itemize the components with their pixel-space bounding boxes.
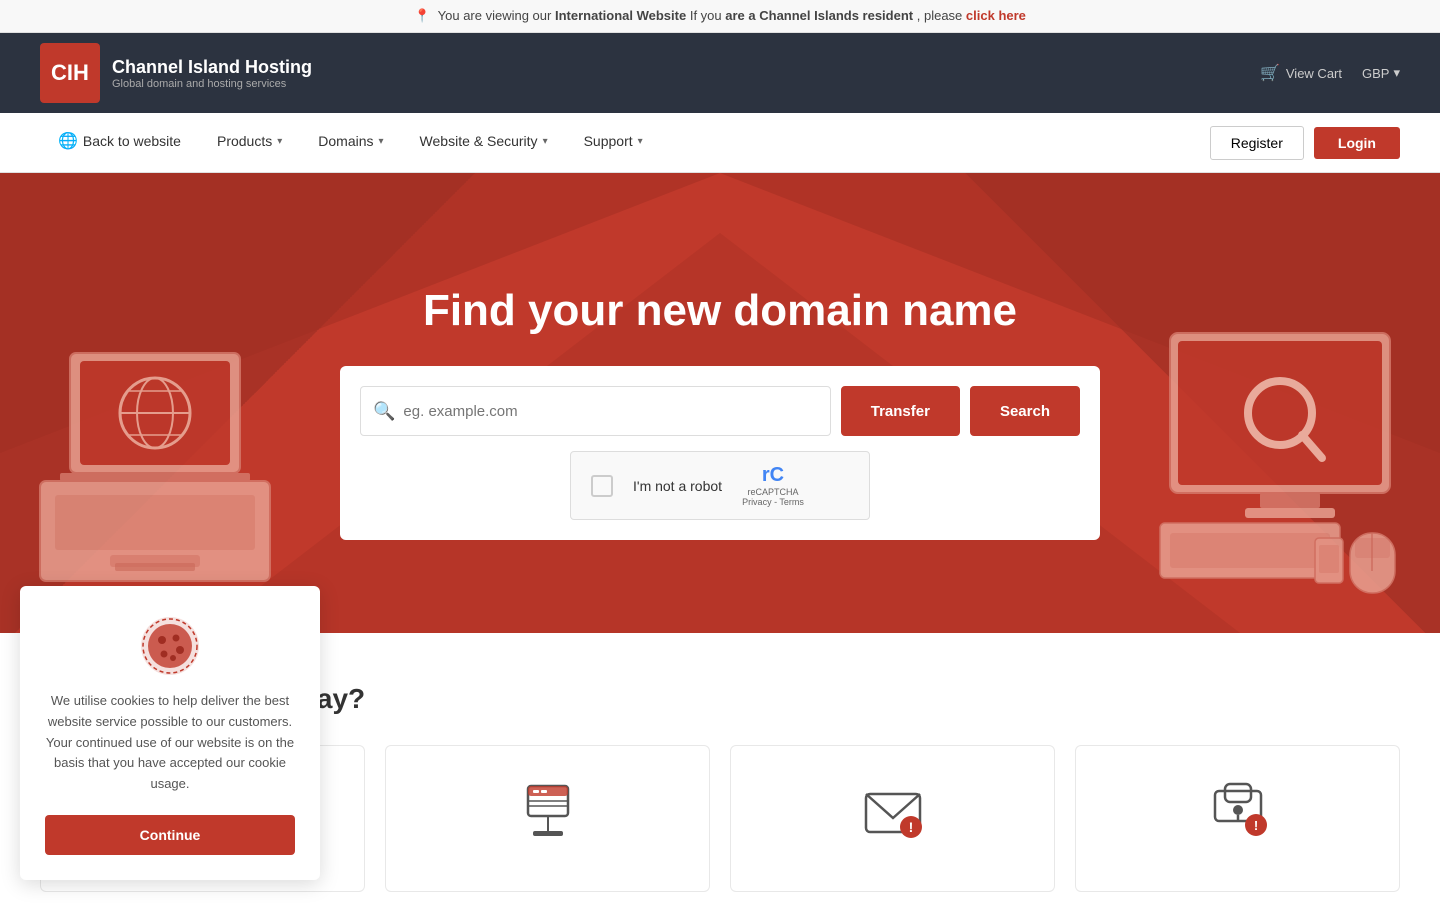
currency-selector[interactable]: GBP ▾ [1362, 65, 1400, 81]
nav-support-label: Support [584, 133, 633, 149]
captcha-sub1: reCAPTCHA [747, 487, 798, 497]
company-tagline: Global domain and hosting services [112, 78, 312, 90]
globe-icon: 🌐 [58, 131, 78, 151]
nav-domains[interactable]: Domains ▾ [300, 113, 401, 173]
support-arrow-icon: ▾ [638, 136, 643, 147]
pin-icon: 📍 [414, 8, 430, 23]
svg-text:!: ! [1253, 818, 1257, 833]
nav-website-security[interactable]: Website & Security ▾ [402, 113, 566, 173]
captcha-logo: rC reCAPTCHA Privacy - Terms [742, 464, 804, 507]
nav-left: 🌐 Back to website Products ▾ Domains ▾ W… [40, 113, 1210, 173]
banner-text-middle: If you [690, 8, 725, 23]
banner-click-here-link[interactable]: click here [966, 8, 1026, 23]
cookie-notice: We utilise cookies to help deliver the b… [20, 586, 320, 880]
register-button[interactable]: Register [1210, 126, 1304, 160]
search-row: 🔍 Transfer Search [360, 386, 1080, 436]
logo-box: CIH [40, 43, 100, 103]
currency-label: GBP [1362, 66, 1389, 81]
nav-right: Register Login [1210, 126, 1400, 160]
nav-bar: 🌐 Back to website Products ▾ Domains ▾ W… [0, 113, 1440, 173]
domain-search-input[interactable] [403, 403, 817, 420]
search-box-container: 🔍 Transfer Search I'm not a robot rC reC… [340, 366, 1100, 540]
hero-section: Find your new domain name 🔍 Transfer Sea… [0, 173, 1440, 633]
search-button[interactable]: Search [970, 386, 1080, 436]
banner-text-before: You are viewing our [438, 8, 552, 23]
domains-arrow-icon: ▾ [379, 136, 384, 147]
help-card-hosting[interactable] [385, 745, 710, 892]
view-cart-btn[interactable]: 🛒 View Cart [1260, 63, 1342, 83]
nav-back-to-website[interactable]: 🌐 Back to website [40, 113, 199, 173]
top-banner: 📍 You are viewing our International Webs… [0, 0, 1440, 33]
domain-search-input-wrap[interactable]: 🔍 [360, 386, 831, 436]
nav-back-label: Back to website [83, 133, 181, 149]
website-security-arrow-icon: ▾ [543, 136, 548, 147]
logo-area[interactable]: CIH Channel Island Hosting Global domain… [40, 43, 312, 103]
banner-international: International Website [555, 8, 686, 23]
login-button[interactable]: Login [1314, 127, 1400, 159]
header-right: 🛒 View Cart GBP ▾ [1260, 63, 1400, 83]
cookie-continue-button[interactable]: Continue [45, 815, 295, 855]
help-card-email[interactable]: ! [730, 745, 1055, 892]
captcha-checkbox[interactable] [591, 475, 613, 497]
company-name: Channel Island Hosting [112, 57, 312, 78]
hero-laptop-decoration [0, 233, 320, 633]
nav-website-security-label: Website & Security [420, 133, 538, 149]
captcha-row: I'm not a robot rC reCAPTCHA Privacy - T… [360, 451, 1080, 520]
logo-text: CIH [51, 60, 89, 86]
banner-text-after: , please [917, 8, 963, 23]
products-arrow-icon: ▾ [277, 136, 282, 147]
captcha-sub2: Privacy - Terms [742, 497, 804, 507]
company-info: Channel Island Hosting Global domain and… [112, 57, 312, 90]
cart-icon: 🛒 [1260, 63, 1280, 83]
nav-products-label: Products [217, 133, 272, 149]
nav-support[interactable]: Support ▾ [566, 113, 661, 173]
captcha-widget[interactable]: I'm not a robot rC reCAPTCHA Privacy - T… [570, 451, 870, 520]
security-card-icon: ! [1203, 776, 1273, 846]
cookie-icon [140, 616, 200, 676]
search-icon: 🔍 [373, 401, 395, 422]
hero-title: Find your new domain name [423, 286, 1017, 336]
nav-domains-label: Domains [318, 133, 373, 149]
nav-products[interactable]: Products ▾ [199, 113, 300, 173]
view-cart-label: View Cart [1286, 66, 1342, 81]
cookie-text: We utilise cookies to help deliver the b… [45, 691, 295, 795]
currency-arrow: ▾ [1393, 65, 1400, 81]
email-card-icon: ! [858, 776, 928, 846]
hosting-card-icon [513, 776, 583, 846]
help-card-security[interactable]: ! [1075, 745, 1400, 892]
banner-are-a: are a Channel Islands resident [725, 8, 913, 23]
captcha-label: I'm not a robot [633, 478, 722, 494]
svg-text:!: ! [908, 819, 913, 835]
transfer-button[interactable]: Transfer [841, 386, 960, 436]
hero-monitor-decoration [1140, 233, 1440, 633]
header: CIH Channel Island Hosting Global domain… [0, 33, 1440, 113]
